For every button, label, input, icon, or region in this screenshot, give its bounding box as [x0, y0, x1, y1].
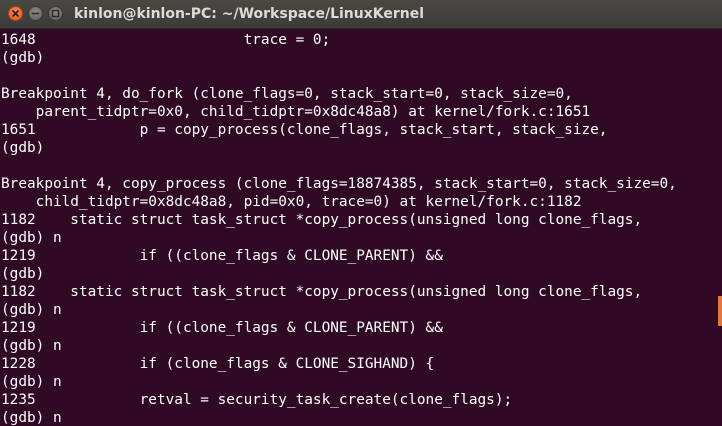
terminal-line: (gdb)	[1, 266, 45, 282]
terminal-output[interactable]: 1648 trace = 0; (gdb) Breakpoint 4, do_f…	[0, 31, 722, 426]
terminal-line: (gdb) n	[1, 410, 62, 426]
maximize-button[interactable]	[48, 6, 63, 21]
terminal-line: child_tidptr=0x8dc48a8, pid=0x0, trace=0…	[1, 194, 582, 210]
terminal-line: (gdb) n	[1, 302, 62, 318]
title-bar[interactable]: kinlon@kinlon-PC: ~/Workspace/LinuxKerne…	[0, 0, 722, 29]
scrollbar-thumb[interactable]	[718, 296, 722, 326]
terminal-window: kinlon@kinlon-PC: ~/Workspace/LinuxKerne…	[0, 0, 722, 426]
terminal-line: 1219 if ((clone_flags & CLONE_PARENT) &&	[1, 320, 443, 336]
close-button[interactable]	[8, 6, 23, 21]
terminal-line: (gdb) n	[1, 230, 62, 246]
minimize-icon	[31, 12, 40, 15]
terminal-line: 1235 retval = security_task_create(clone…	[1, 392, 513, 408]
terminal-line: 1228 if (clone_flags & CLONE_SIGHAND) {	[1, 356, 435, 372]
terminal-line: Breakpoint 4, do_fork (clone_flags=0, st…	[1, 86, 573, 102]
terminal-line: 1219 if ((clone_flags & CLONE_PARENT) &&	[1, 248, 443, 264]
terminal-line: parent_tidptr=0x0, child_tidptr=0x8dc48a…	[1, 104, 591, 120]
minimize-button[interactable]	[28, 6, 43, 21]
terminal-line: 1182 static struct task_struct *copy_pro…	[1, 284, 643, 300]
terminal-line: 1651 p = copy_process(clone_flags, stack…	[1, 122, 608, 138]
terminal-line: (gdb) n	[1, 374, 62, 390]
terminal-line: (gdb)	[1, 50, 45, 66]
terminal-line: (gdb) n	[1, 338, 62, 354]
terminal-line: 1648 trace = 0;	[1, 32, 331, 48]
terminal-line: (gdb)	[1, 140, 45, 156]
terminal-line: 1182 static struct task_struct *copy_pro…	[1, 212, 643, 228]
close-icon	[12, 10, 19, 17]
window-title: kinlon@kinlon-PC: ~/Workspace/LinuxKerne…	[74, 6, 425, 22]
maximize-icon	[51, 9, 60, 18]
terminal-line: Breakpoint 4, copy_process (clone_flags=…	[1, 176, 677, 192]
